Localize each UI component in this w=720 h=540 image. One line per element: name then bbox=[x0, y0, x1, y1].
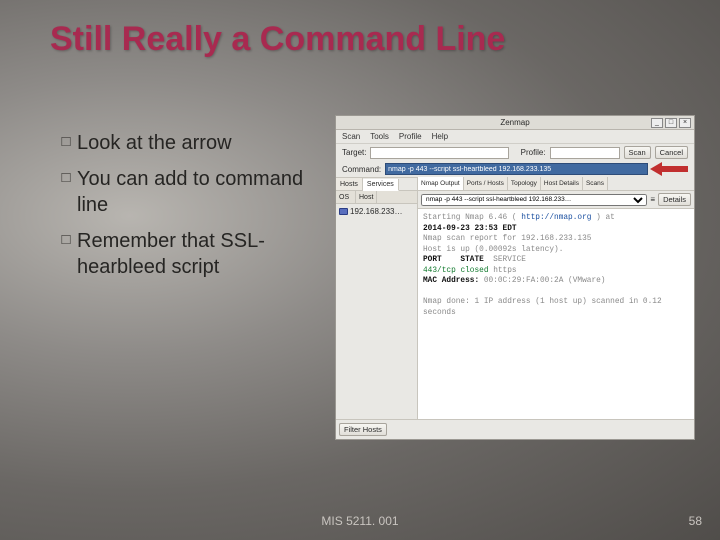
menu-tools[interactable]: Tools bbox=[370, 132, 389, 141]
tab-ports-hosts[interactable]: Ports / Hosts bbox=[464, 177, 508, 190]
bullet-item: □ Look at the arrow bbox=[55, 130, 315, 156]
slide-number: 58 bbox=[689, 514, 702, 528]
close-button[interactable]: × bbox=[679, 118, 691, 128]
scan-button[interactable]: Scan bbox=[624, 146, 651, 159]
slide-footer: MIS 5211. 001 58 bbox=[0, 514, 720, 528]
window-titlebar: Zenmap _ □ × bbox=[336, 116, 694, 130]
menu-bar: Scan Tools Profile Help bbox=[336, 130, 694, 144]
zenmap-window: Zenmap _ □ × Scan Tools Profile Help Tar… bbox=[335, 115, 695, 440]
slide-title: Still Really a Command Line bbox=[50, 20, 505, 59]
minimize-button[interactable]: _ bbox=[651, 118, 663, 128]
bullet-item: □ Remember that SSL-hearbleed script bbox=[55, 228, 315, 280]
bullet-text: You can add to command line bbox=[77, 166, 315, 218]
nmap-output-text: Starting Nmap 6.46 ( http://nmap.org ) a… bbox=[418, 209, 694, 419]
output-select[interactable]: nmap -p 443 --script ssl-heartbleed 192.… bbox=[421, 194, 647, 206]
tab-services[interactable]: Services bbox=[363, 179, 399, 191]
details-button[interactable]: Details bbox=[658, 193, 691, 206]
host-row[interactable]: 192.168.233… bbox=[336, 204, 417, 218]
filter-hosts-button[interactable]: Filter Hosts bbox=[339, 423, 387, 436]
footer-course: MIS 5211. 001 bbox=[0, 514, 720, 528]
side-pane: Hosts Services OS Host 192.168.233… bbox=[336, 177, 418, 419]
red-arrow-icon bbox=[652, 164, 688, 174]
host-ip: 192.168.233… bbox=[350, 207, 403, 216]
maximize-button[interactable]: □ bbox=[665, 118, 677, 128]
host-os-icon bbox=[339, 208, 348, 215]
col-host: Host bbox=[356, 191, 377, 203]
bullet-list: □ Look at the arrow □ You can add to com… bbox=[55, 130, 315, 290]
target-input[interactable] bbox=[370, 147, 508, 159]
window-title: Zenmap bbox=[500, 118, 529, 127]
bullet-square-icon: □ bbox=[55, 228, 77, 280]
menu-help[interactable]: Help bbox=[432, 132, 448, 141]
tab-topology[interactable]: Topology bbox=[508, 177, 541, 190]
bullet-square-icon: □ bbox=[55, 166, 77, 218]
bullet-text: Look at the arrow bbox=[77, 130, 315, 156]
bullet-square-icon: □ bbox=[55, 130, 77, 156]
profile-label: Profile: bbox=[521, 148, 546, 157]
tab-scans[interactable]: Scans bbox=[583, 177, 608, 190]
bullet-item: □ You can add to command line bbox=[55, 166, 315, 218]
menu-scan[interactable]: Scan bbox=[342, 132, 360, 141]
details-label: ≡ bbox=[650, 195, 655, 204]
tab-hosts[interactable]: Hosts bbox=[336, 178, 363, 190]
command-label: Command: bbox=[342, 165, 381, 174]
profile-select[interactable] bbox=[550, 147, 620, 159]
menu-profile[interactable]: Profile bbox=[399, 132, 422, 141]
target-label: Target: bbox=[342, 148, 366, 157]
command-input[interactable] bbox=[385, 163, 648, 175]
tab-nmap-output[interactable]: Nmap Output bbox=[418, 177, 464, 190]
bullet-text: Remember that SSL-hearbleed script bbox=[77, 228, 315, 280]
tab-host-details[interactable]: Host Details bbox=[541, 177, 583, 190]
col-os: OS bbox=[336, 191, 356, 203]
cancel-button[interactable]: Cancel bbox=[655, 146, 688, 159]
